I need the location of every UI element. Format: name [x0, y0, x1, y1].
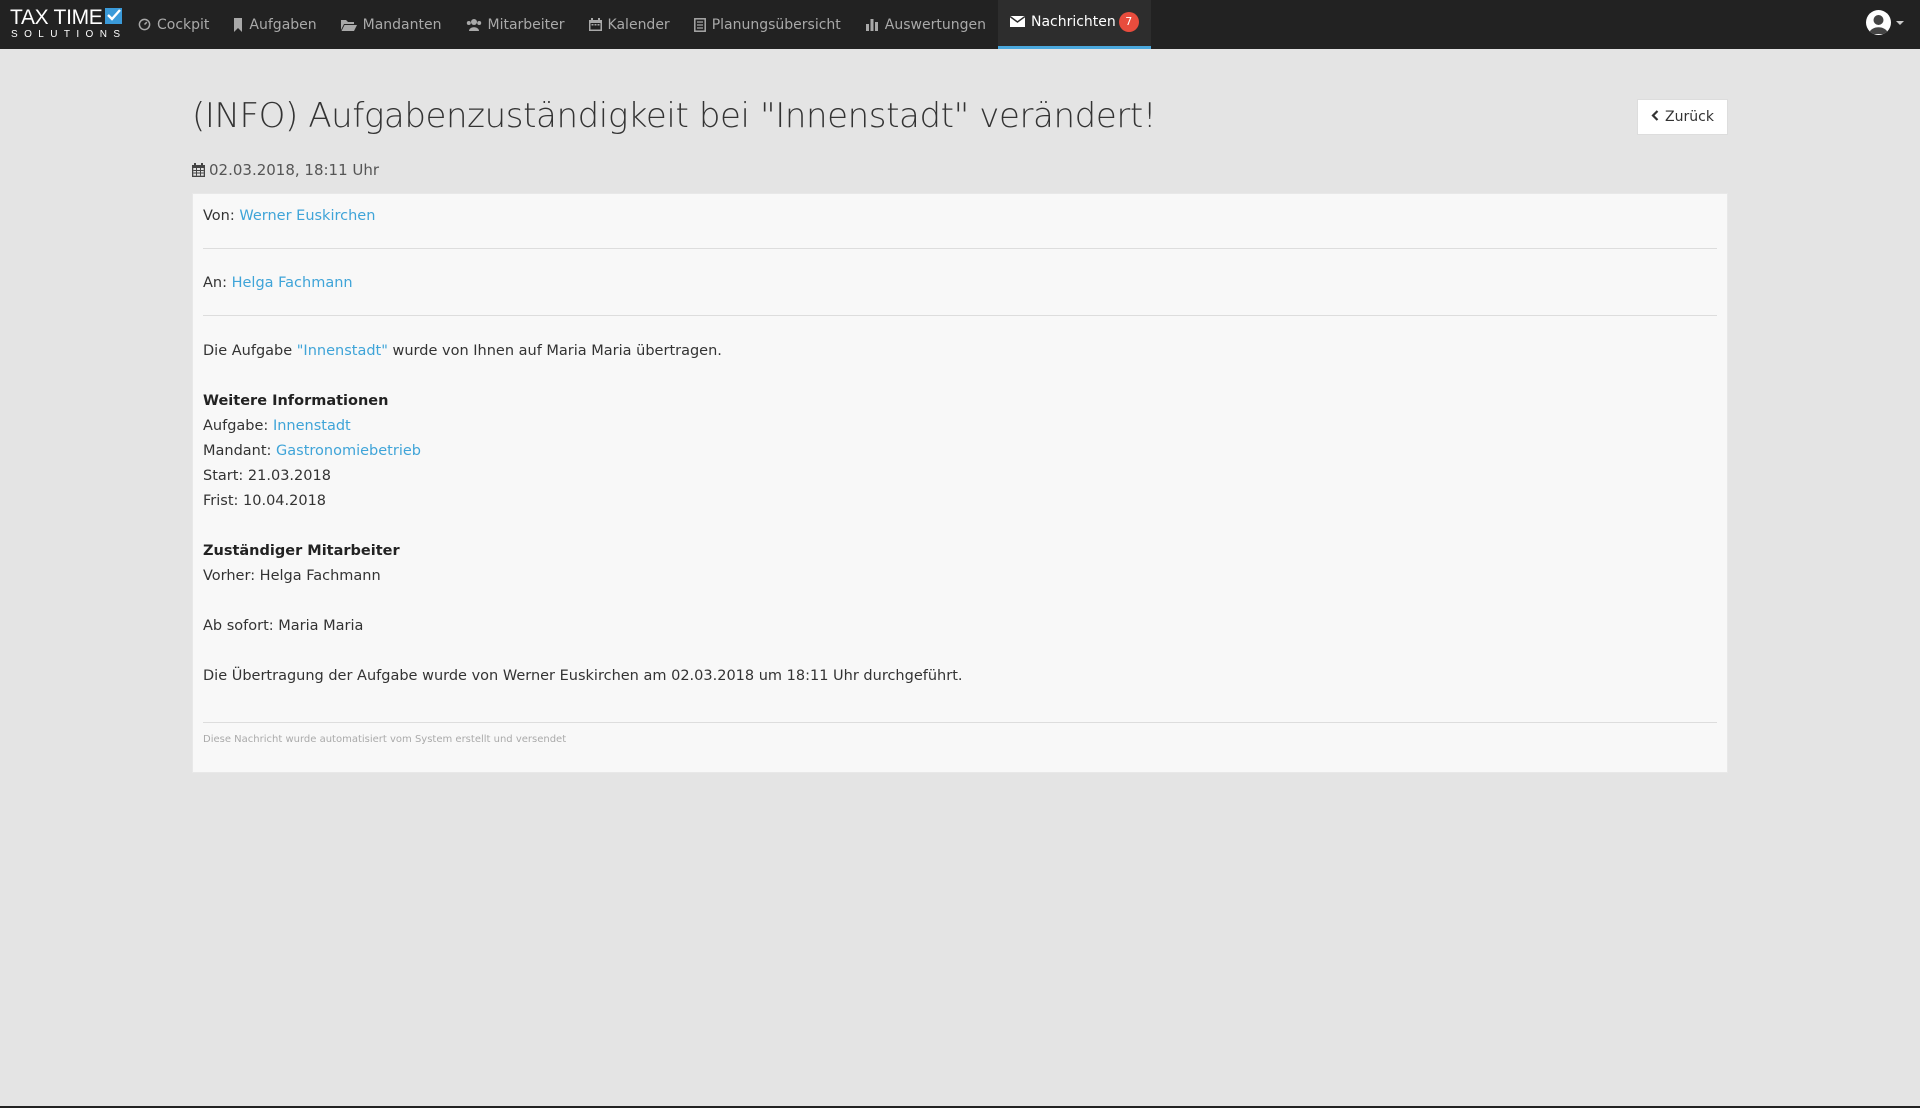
brand-logo[interactable]: TAX TIME SOLUTIONS [0, 0, 126, 49]
task-label: Aufgabe: [203, 418, 269, 434]
transfer-note: Die Übertragung der Aufgabe wurde von We… [203, 668, 963, 684]
back-button[interactable]: Zurück [1637, 99, 1728, 135]
nav-label: Kalender [607, 16, 670, 33]
nav-item-aufgaben[interactable]: Aufgaben [221, 0, 328, 49]
task-link-inline[interactable]: "Innenstadt" [297, 343, 388, 359]
calendar-icon [588, 18, 602, 31]
nav-item-mitarbeiter[interactable]: Mitarbeiter [454, 0, 577, 49]
checkmark-icon [104, 7, 122, 24]
system-footnote: Diese Nachricht wurde automatisiert vom … [203, 734, 567, 745]
nav-label: Mandanten [362, 16, 442, 33]
to-label: An: [203, 275, 227, 291]
back-button-label: Zurück [1665, 109, 1714, 125]
nav-label: Cockpit [157, 16, 210, 33]
info-heading: Weitere Informationen [203, 393, 389, 409]
unread-count-badge: 7 [1118, 11, 1139, 32]
main-nav: Cockpit Aufgaben Mandanten Mitarbeiter K… [126, 0, 1151, 49]
assignee-heading: Zuständiger Mitarbeiter [203, 543, 400, 559]
bookmark-icon [233, 17, 243, 32]
divider [203, 248, 1717, 249]
client-label: Mandant: [203, 443, 272, 459]
nav-item-cockpit[interactable]: Cockpit [126, 0, 221, 49]
nav-item-nachrichten[interactable]: Nachrichten 7 [997, 0, 1151, 49]
top-navbar: TAX TIME SOLUTIONS Cockpit Aufgaben Mand… [0, 0, 1920, 49]
new-assignee: Ab sofort: Maria Maria [203, 618, 364, 634]
start-date: Start: 21.03.2018 [203, 468, 331, 484]
sender-link[interactable]: Werner Euskirchen [239, 208, 375, 224]
bar-chart-icon [865, 18, 879, 31]
calendar-icon [192, 163, 205, 177]
client-link[interactable]: Gastronomiebetrieb [276, 443, 421, 459]
chevron-down-icon [1896, 20, 1904, 25]
nav-label: Aufgaben [249, 16, 317, 33]
nav-label: Auswertungen [884, 16, 986, 33]
recipient-link[interactable]: Helga Fachmann [232, 275, 353, 291]
chevron-left-icon [1651, 109, 1659, 125]
list-icon [693, 17, 706, 32]
nav-label: Nachrichten [1030, 13, 1116, 30]
from-label: Von: [203, 208, 235, 224]
users-icon [466, 18, 482, 31]
message-from: Von: Werner Euskirchen [203, 208, 1717, 224]
nav-label: Planungsübersicht [711, 16, 841, 33]
user-avatar-icon [1866, 10, 1891, 35]
previous-assignee: Vorher: Helga Fachmann [203, 568, 381, 584]
task-line: Aufgabe: Innenstadt [203, 414, 963, 439]
client-line: Mandant: Gastronomiebetrieb [203, 439, 963, 464]
divider [203, 722, 1717, 723]
message-datetime: 02.03.2018, 18:11 Uhr [192, 161, 379, 179]
brand-name: TAX TIME [10, 6, 103, 29]
dashboard-icon [138, 18, 151, 31]
message-to: An: Helga Fachmann [203, 275, 1717, 291]
message-body: Die Aufgabe "Innenstadt" wurde von Ihnen… [203, 339, 963, 689]
nav-item-planungsuebersicht[interactable]: Planungsübersicht [682, 0, 853, 49]
datetime-text: 02.03.2018, 18:11 Uhr [209, 161, 380, 179]
deadline-date: Frist: 10.04.2018 [203, 493, 327, 509]
nav-item-auswertungen[interactable]: Auswertungen [853, 0, 998, 49]
folder-open-icon [340, 18, 357, 31]
nav-item-kalender[interactable]: Kalender [577, 0, 682, 49]
envelope-icon [1009, 16, 1025, 27]
message-card: Von: Werner Euskirchen An: Helga Fachman… [192, 193, 1728, 773]
nav-item-mandanten[interactable]: Mandanten [329, 0, 454, 49]
brand-tagline: SOLUTIONS [11, 29, 127, 40]
intro-suffix: wurde von Ihnen auf Maria Maria übertrag… [387, 343, 722, 359]
intro-text: Die Aufgabe "Innenstadt" wurde von Ihnen… [203, 339, 963, 364]
divider [203, 315, 1717, 316]
task-link[interactable]: Innenstadt [273, 418, 351, 434]
intro-prefix: Die Aufgabe [203, 343, 297, 359]
nav-label: Mitarbeiter [487, 16, 565, 33]
page-title: (INFO) Aufgabenzuständigkeit bei "Innens… [192, 96, 1157, 136]
user-menu[interactable] [1866, 10, 1904, 35]
